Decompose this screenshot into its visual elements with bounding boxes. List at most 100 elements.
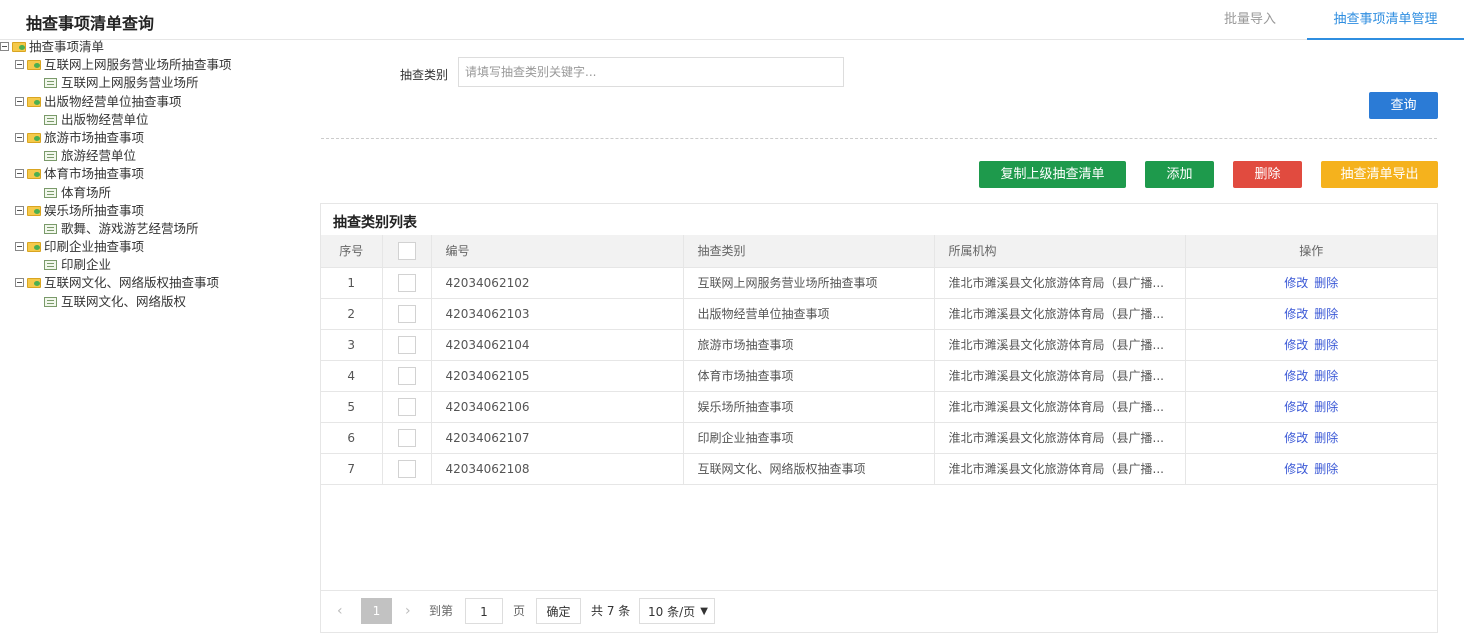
copy-parent-checklist-button[interactable]: 复制上级抽查清单 <box>979 161 1126 188</box>
row-checkbox[interactable] <box>397 273 416 292</box>
tree-node-group[interactable]: 娱乐场所抽查事项 <box>0 202 300 220</box>
table-row: 7 42034062108 互联网文化、网络版权抽查事项 淮北市濉溪县文化旅游体育局（… <box>321 453 1437 485</box>
edit-link[interactable]: 修改 <box>1284 462 1308 476</box>
cell-select[interactable] <box>382 329 432 361</box>
tab-checklist-management[interactable]: 抽查事项清单管理 <box>1307 0 1464 40</box>
collapse-toggle-icon[interactable] <box>15 205 24 215</box>
cell-no: 5 <box>321 391 383 423</box>
edit-link[interactable]: 修改 <box>1284 400 1308 414</box>
tree-node-leaf[interactable]: 歌舞、游戏游艺经营场所 <box>0 220 300 238</box>
tree-node-root[interactable]: 抽查事项清单 <box>0 38 300 56</box>
col-header-type: 抽查类别 <box>683 235 935 268</box>
row-checkbox[interactable] <box>397 335 416 354</box>
cell-org: 淮北市濉溪县文化旅游体育局（县广播... <box>934 422 1186 454</box>
tree-node-label: 体育市场抽查事项 <box>44 166 145 182</box>
delete-link[interactable]: 删除 <box>1314 369 1338 383</box>
delete-button[interactable]: 删除 <box>1233 161 1302 188</box>
org-text: 淮北市濉溪县文化旅游体育局（县广播... <box>948 276 1164 290</box>
query-button[interactable]: 查询 <box>1369 92 1438 119</box>
current-page-button[interactable]: 1 <box>361 598 392 624</box>
row-checkbox[interactable] <box>397 428 416 447</box>
row-checkbox[interactable] <box>397 366 416 385</box>
col-header-select-all[interactable] <box>382 235 432 268</box>
tab-batch-import[interactable]: 批量导入 <box>1200 0 1300 40</box>
table-row: 5 42034062106 娱乐场所抽查事项 淮北市濉溪县文化旅游体育局（县广播...… <box>321 391 1437 423</box>
goto-confirm-button[interactable]: 确定 <box>536 598 581 624</box>
edit-link[interactable]: 修改 <box>1284 307 1308 321</box>
row-checkbox[interactable] <box>397 304 416 323</box>
folder-icon <box>27 169 41 180</box>
tree-node-label: 歌舞、游戏游艺经营场所 <box>61 220 199 236</box>
collapse-toggle-icon[interactable] <box>15 96 24 106</box>
collapse-toggle-icon[interactable] <box>15 132 24 142</box>
select-all-checkbox[interactable] <box>397 241 416 260</box>
divider <box>321 138 1437 139</box>
delete-link[interactable]: 删除 <box>1314 400 1338 414</box>
cell-select[interactable] <box>382 422 432 454</box>
cell-type: 印刷企业抽查事项 <box>683 422 935 454</box>
cell-select[interactable] <box>382 391 432 423</box>
org-text: 淮北市濉溪县文化旅游体育局（县广播... <box>948 462 1164 476</box>
delete-link[interactable]: 删除 <box>1314 338 1338 352</box>
tree-node-label: 互联网文化、网络版权 <box>61 293 187 309</box>
tree-node-group[interactable]: 互联网上网服务营业场所抽查事项 <box>0 56 300 74</box>
tree-node-group[interactable]: 体育市场抽查事项 <box>0 165 300 183</box>
next-page-button[interactable]: › <box>405 598 411 624</box>
edit-link[interactable]: 修改 <box>1284 338 1308 352</box>
delete-link[interactable]: 删除 <box>1314 431 1338 445</box>
export-checklist-button[interactable]: 抽查清单导出 <box>1321 161 1438 188</box>
cell-type: 娱乐场所抽查事项 <box>683 391 935 423</box>
cell-code: 42034062104 <box>431 329 684 361</box>
edit-link[interactable]: 修改 <box>1284 431 1308 445</box>
search-label: 抽查类别 <box>400 68 449 82</box>
collapse-toggle-icon[interactable] <box>15 278 24 288</box>
delete-link[interactable]: 删除 <box>1314 462 1338 476</box>
collapse-toggle-icon[interactable] <box>15 242 24 252</box>
goto-page-input[interactable]: 1 <box>465 598 503 624</box>
tree-node-label: 出版物经营单位抽查事项 <box>44 93 182 109</box>
tree-node-group[interactable]: 互联网文化、网络版权抽查事项 <box>0 274 300 292</box>
tree-node-leaf[interactable]: 出版物经营单位 <box>0 111 300 129</box>
add-button[interactable]: 添加 <box>1145 161 1214 188</box>
delete-link[interactable]: 删除 <box>1314 307 1338 321</box>
row-checkbox[interactable] <box>397 397 416 416</box>
cell-op: 修改 删除 <box>1185 422 1437 454</box>
search-input[interactable] <box>458 57 844 87</box>
prev-page-button[interactable]: ‹ <box>337 598 343 624</box>
tree-node-leaf[interactable]: 印刷企业 <box>0 256 300 274</box>
tree-node-group[interactable]: 旅游市场抽查事项 <box>0 129 300 147</box>
item-icon <box>44 78 57 89</box>
edit-link[interactable]: 修改 <box>1284 276 1308 290</box>
cell-select[interactable] <box>382 453 432 485</box>
collapse-toggle-icon[interactable] <box>15 60 24 70</box>
folder-icon <box>27 278 41 289</box>
total-count: 共 7 条 <box>591 604 631 618</box>
tree-node-leaf[interactable]: 互联网文化、网络版权 <box>0 293 300 311</box>
org-text: 淮北市濉溪县文化旅游体育局（县广播... <box>948 307 1164 321</box>
collapse-toggle-icon[interactable] <box>15 169 24 179</box>
folder-icon <box>27 96 41 107</box>
tree-node-leaf[interactable]: 体育场所 <box>0 184 300 202</box>
cell-no: 6 <box>321 422 383 454</box>
tree-node-label: 互联网文化、网络版权抽查事项 <box>44 275 220 291</box>
delete-link[interactable]: 删除 <box>1314 276 1338 290</box>
cell-select[interactable] <box>382 360 432 392</box>
cell-org: 淮北市濉溪县文化旅游体育局（县广播... <box>934 267 1186 299</box>
item-icon <box>44 296 57 307</box>
collapse-toggle-icon[interactable] <box>0 42 9 51</box>
cell-select[interactable] <box>382 267 432 299</box>
tree-node-leaf[interactable]: 互联网上网服务营业场所 <box>0 74 300 92</box>
tree-node-group[interactable]: 出版物经营单位抽查事项 <box>0 93 300 111</box>
row-checkbox[interactable] <box>397 459 416 478</box>
table-row: 2 42034062103 出版物经营单位抽查事项 淮北市濉溪县文化旅游体育局（县广播… <box>321 298 1437 330</box>
folder-icon <box>12 42 26 52</box>
edit-link[interactable]: 修改 <box>1284 369 1308 383</box>
tree-node-leaf[interactable]: 旅游经营单位 <box>0 147 300 165</box>
tree-node-group[interactable]: 印刷企业抽查事项 <box>0 238 300 256</box>
item-icon <box>44 151 57 162</box>
cell-select[interactable] <box>382 298 432 330</box>
table-header-row: 序号 编号 抽查类别 所属机构 操作 <box>321 235 1437 268</box>
table-row: 3 42034062104 旅游市场抽查事项 淮北市濉溪县文化旅游体育局（县广播...… <box>321 329 1437 361</box>
cell-type: 旅游市场抽查事项 <box>683 329 935 361</box>
page-size-select[interactable]: 10 条/页 ▼ <box>639 598 715 624</box>
